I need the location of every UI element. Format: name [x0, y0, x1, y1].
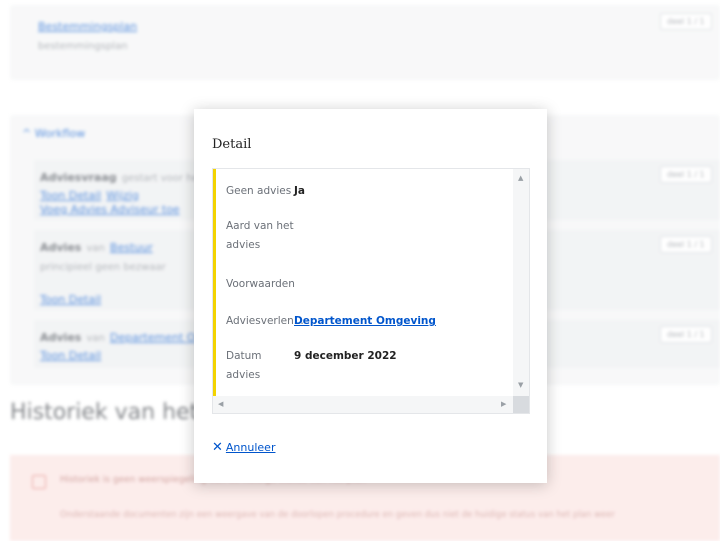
detail-value: 9 december 2022	[294, 350, 397, 362]
detail-label: Datum advies	[226, 350, 262, 381]
cancel-button[interactable]: ✕ Annuleer	[212, 440, 275, 455]
detail-label: Geen advies	[226, 185, 292, 197]
vertical-scrollbar[interactable]: ▲ ▼	[513, 169, 529, 397]
scroll-left-icon[interactable]: ◀	[218, 400, 223, 408]
detail-row-aard: Aard van het advies	[226, 217, 294, 255]
detail-label: Adviesverlen...	[226, 315, 304, 327]
horizontal-scrollbar[interactable]: ◀ ▶	[213, 396, 514, 413]
detail-row-voorwaarden: Voorwaarden	[226, 275, 326, 294]
detail-row-adviesverlener: Adviesverlen... Departement Omgeving	[226, 312, 436, 331]
scroll-down-icon[interactable]: ▼	[518, 381, 523, 389]
detail-content: Geen advies Ja Aard van het advies Voorw…	[213, 169, 514, 397]
detail-label: Voorwaarden	[226, 278, 295, 290]
detail-panel: Geen advies Ja Aard van het advies Voorw…	[212, 168, 530, 414]
detail-value: Ja	[294, 185, 305, 197]
detail-label: Aard van het advies	[226, 220, 294, 251]
cancel-label: Annuleer	[225, 441, 276, 454]
detail-row-datum: Datum advies 9 december 2022	[226, 347, 397, 385]
scroll-up-icon[interactable]: ▲	[518, 174, 523, 182]
scrollbar-corner	[513, 396, 529, 413]
close-icon: ✕	[212, 440, 223, 455]
modal-title: Detail	[212, 137, 252, 152]
scroll-right-icon[interactable]: ▶	[501, 400, 506, 408]
detail-modal: Detail Geen advies Ja Aard van het advie…	[194, 109, 547, 483]
adviesverlener-link[interactable]: Departement Omgeving	[294, 312, 436, 331]
detail-row-geen-advies: Geen advies Ja	[226, 182, 305, 201]
